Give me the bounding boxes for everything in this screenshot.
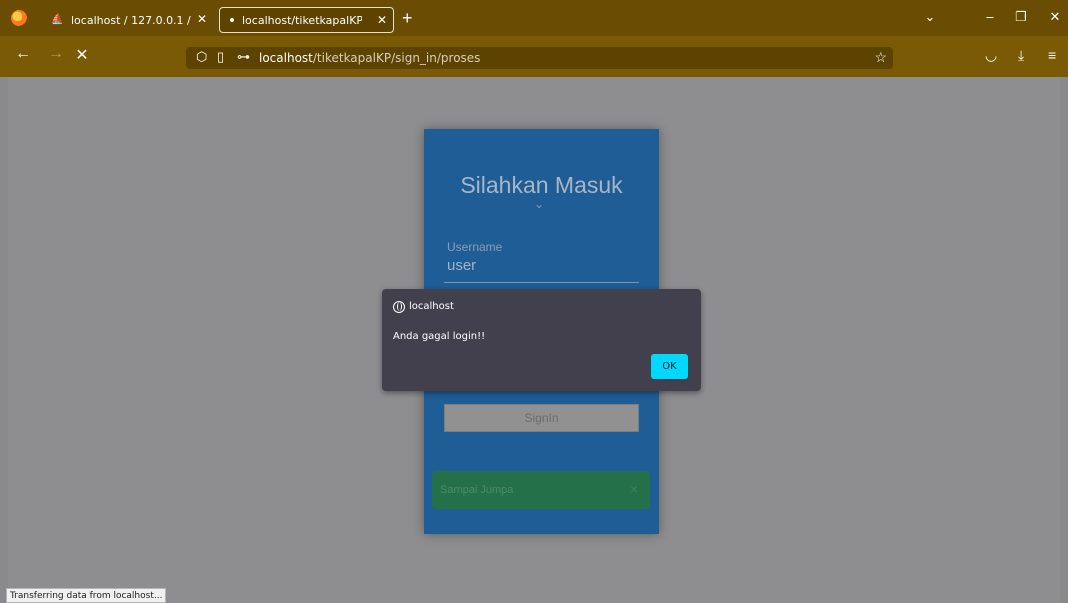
loading-dot-icon [230,18,234,22]
status-bar: Transferring data from localhost... [6,588,167,603]
dialog-host: localhost [409,301,454,312]
globe-icon [393,301,405,313]
address-bar[interactable]: ⬡ ▯ ⊶ localhost/tiketkapalKP/sign_in/pro… [186,47,893,69]
browser-title-bar: ⛵ localhost / 127.0.0.1 / db_tiketk ✕ lo… [0,0,1068,36]
login-title: Silahkan Masuk [460,172,623,198]
dialog-message: Anda gagal login!! [393,331,486,342]
minimize-icon[interactable]: – [980,9,1000,24]
ok-button[interactable]: OK [651,354,688,379]
pocket-icon[interactable]: ◡ [985,47,997,64]
forward-arrow-icon[interactable]: → [46,45,66,63]
firefox-logo-icon[interactable] [11,10,27,26]
shield-icon[interactable]: ⬡ [196,49,207,65]
page-edge-right [1060,77,1068,603]
page-edge-left [0,77,8,603]
close-window-icon[interactable]: ✕ [1045,9,1065,25]
alert-dialog: localhost Anda gagal login!! OK [382,289,701,391]
new-tab-plus-icon[interactable]: + [402,8,413,29]
username-label: Username [447,240,503,254]
tab-title: localhost / 127.0.0.1 / db_tiketk [71,13,191,27]
tab-sign-in[interactable]: localhost/tiketkapalKP/sign_in/ ✕ [219,7,394,33]
chevron-down-icon: ⌄ [534,197,545,211]
username-underline [444,282,639,283]
restore-icon[interactable]: ❐ [1011,9,1031,25]
close-icon[interactable]: ✕ [377,13,387,27]
back-arrow-icon[interactable]: ← [13,45,33,63]
key-icon[interactable]: ⊶ [237,49,250,65]
menu-icon[interactable]: ≡ [1048,47,1056,63]
stop-loading-icon[interactable]: ✕ [72,45,92,65]
download-icon[interactable]: ⤓ [1018,47,1024,64]
goodbye-alert: Sampai Jumpa × [432,471,650,509]
close-icon[interactable]: ✕ [197,12,207,26]
page-icon[interactable]: ▯ [217,49,224,65]
alert-text: Sampai Jumpa [440,484,514,496]
phpmyadmin-icon: ⛵ [51,14,64,25]
signin-button[interactable]: SignIn [444,404,639,432]
username-input[interactable]: user [447,257,476,274]
alert-close-icon[interactable]: × [630,481,638,497]
list-tabs-chevron-icon[interactable]: ⌄ [920,9,940,25]
bookmark-star-icon[interactable]: ☆ [874,49,887,66]
tab-phpmyadmin[interactable]: ⛵ localhost / 127.0.0.1 / db_tiketk ✕ [43,7,213,33]
url-text[interactable]: localhost/tiketkapalKP/sign_in/proses [259,51,480,65]
tab-title: localhost/tiketkapalKP/sign_in/ [242,13,362,27]
